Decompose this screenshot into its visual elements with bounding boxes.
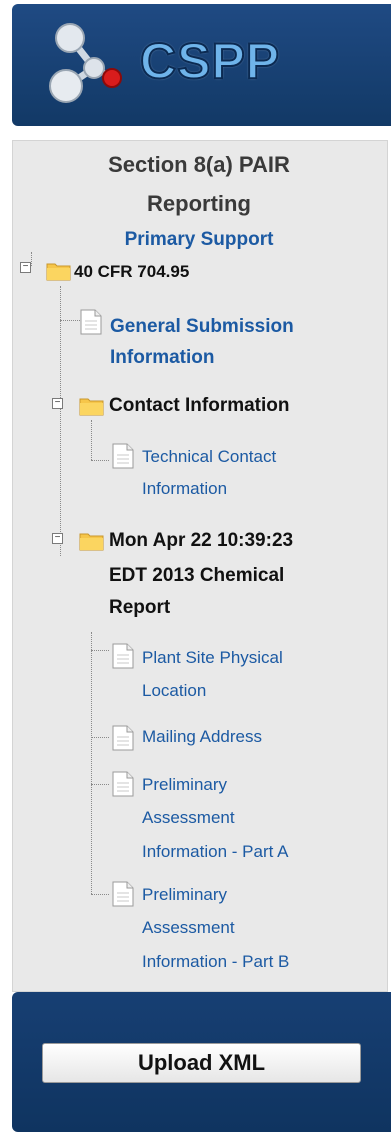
panel-title-line2: Reporting: [147, 191, 251, 216]
app-header: CSPP: [12, 4, 391, 126]
tree-node-chemical-report[interactable]: Mon Apr 22 10:39:23: [109, 526, 293, 556]
tree-node-part-b-line2[interactable]: Assessment: [142, 913, 235, 942]
tree-node-part-a-line2[interactable]: Assessment: [142, 803, 235, 832]
folder-icon: [79, 533, 104, 551]
tree-node-part-a[interactable]: Preliminary: [142, 770, 227, 799]
tree-line: [91, 894, 109, 895]
tree-line: [60, 286, 61, 556]
tree-node-part-b[interactable]: Preliminary: [142, 880, 227, 909]
document-icon: [112, 643, 134, 669]
tree-node-general-submission-line2[interactable]: Information: [110, 343, 215, 373]
upload-xml-button[interactable]: Upload XML: [42, 1043, 361, 1083]
panel-title-line1: Section 8(a) PAIR: [108, 152, 290, 177]
tree-node-part-b-line3[interactable]: Information - Part B: [142, 947, 289, 976]
collapse-toggle-contact[interactable]: −: [52, 398, 63, 409]
tree-node-technical-contact[interactable]: Technical Contact: [142, 442, 276, 471]
tree-line: [91, 650, 109, 651]
tree-line: [91, 784, 109, 785]
tree-node-plant-site-line2[interactable]: Location: [142, 676, 206, 705]
tree-node-general-submission[interactable]: General Submission: [110, 312, 294, 342]
tree-line: [60, 320, 80, 321]
tree-node-40-cfr[interactable]: 40 CFR 704.95: [74, 257, 189, 287]
tree-line: [91, 420, 92, 460]
document-icon: [112, 443, 134, 469]
tree-line: [31, 252, 32, 266]
app-logo-text: CSPP: [139, 32, 281, 90]
tree-node-chemical-report-line3[interactable]: Report: [109, 593, 170, 623]
document-icon: [112, 771, 134, 797]
collapse-toggle-root[interactable]: −: [20, 262, 31, 273]
tree-node-part-a-line3[interactable]: Information - Part A: [142, 837, 288, 866]
document-icon: [112, 881, 134, 907]
tree-line: [91, 632, 92, 894]
tree-line: [91, 460, 109, 461]
tree-node-contact-information[interactable]: Contact Information: [109, 391, 290, 421]
tree-node-plant-site[interactable]: Plant Site Physical: [142, 643, 283, 672]
document-icon: [112, 725, 134, 751]
panel-subtitle: Primary Support: [124, 229, 274, 250]
tree-node-chemical-report-line2[interactable]: EDT 2013 Chemical: [109, 561, 284, 591]
molecule-logo-icon: [49, 23, 122, 103]
tree-node-technical-contact-line2[interactable]: Information: [142, 474, 227, 503]
tree-line: [91, 737, 109, 738]
tree-node-mailing-address[interactable]: Mailing Address: [142, 722, 262, 751]
document-icon: [80, 309, 102, 335]
folder-icon: [79, 398, 104, 416]
folder-icon: [46, 263, 71, 281]
collapse-toggle-report[interactable]: −: [52, 533, 63, 544]
